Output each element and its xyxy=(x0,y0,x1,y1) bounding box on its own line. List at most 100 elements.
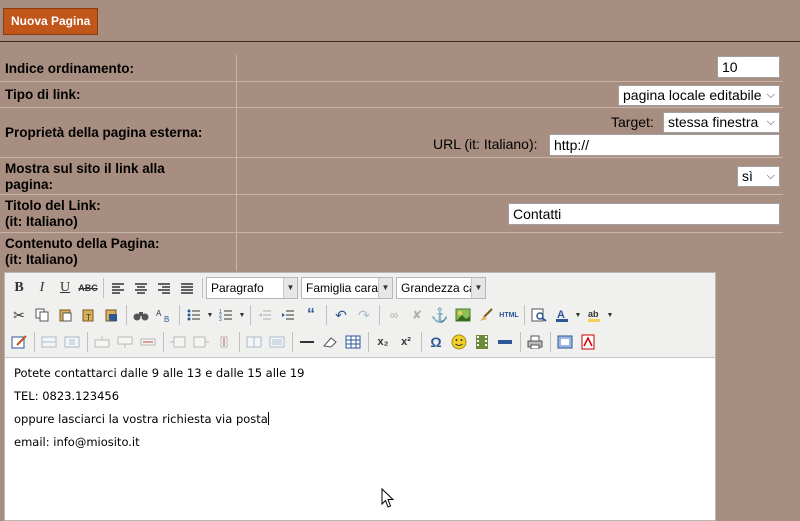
blockquote-button[interactable]: “ xyxy=(300,304,322,326)
copy-button[interactable] xyxy=(31,304,53,326)
table-row-props-button[interactable] xyxy=(38,331,60,353)
delete-row-icon xyxy=(140,338,156,346)
numbered-list-button[interactable]: 123 xyxy=(215,304,237,326)
font-size-select[interactable]: Grandezza car ▼ xyxy=(396,277,486,299)
numbered-list-icon: 123 xyxy=(219,309,232,321)
remove-format-button[interactable] xyxy=(319,331,341,353)
image-button[interactable] xyxy=(452,304,474,326)
cut-button[interactable]: ✂ xyxy=(8,304,30,326)
delete-row-button[interactable] xyxy=(137,331,159,353)
media-button[interactable] xyxy=(471,331,493,353)
merge-cells-icon xyxy=(269,336,285,348)
text-caret xyxy=(267,412,269,425)
editor-content[interactable]: Potete contattarci dalle 9 alle 13 e dal… xyxy=(14,366,305,458)
table-icon xyxy=(345,335,361,349)
preview-button[interactable] xyxy=(528,304,550,326)
chevron-down-icon: ▼ xyxy=(206,311,214,319)
anchor-button[interactable]: ⚓ xyxy=(429,304,451,326)
bullet-list-dropdown[interactable]: ▼ xyxy=(206,304,214,326)
unlink-button[interactable]: ✘ xyxy=(406,304,428,326)
external-page-label: Proprietà della pagina esterna: xyxy=(5,125,203,140)
cleanup-button[interactable] xyxy=(475,304,497,326)
film-icon xyxy=(476,335,488,349)
row-after-button[interactable] xyxy=(114,331,136,353)
print-button[interactable] xyxy=(524,331,546,353)
split-cells-button[interactable] xyxy=(243,331,265,353)
undo-button[interactable]: ↶ xyxy=(330,304,352,326)
horizontal-rule-button[interactable] xyxy=(296,331,318,353)
row-before-button[interactable] xyxy=(91,331,113,353)
align-center-button[interactable] xyxy=(130,277,152,299)
align-left-icon xyxy=(112,283,124,294)
font-color-dropdown[interactable]: ▼ xyxy=(574,304,582,326)
find-button[interactable] xyxy=(130,304,152,326)
merge-cells-button[interactable] xyxy=(266,331,288,353)
show-link-select[interactable]: sì ⌵ xyxy=(737,166,780,187)
chevron-down-icon: ⌵ xyxy=(766,116,775,128)
align-justify-button[interactable] xyxy=(176,277,198,299)
paste-text-button[interactable]: T xyxy=(77,304,99,326)
underline-button[interactable]: U xyxy=(54,277,76,299)
replace-button[interactable]: AB xyxy=(153,304,175,326)
broom-icon xyxy=(480,308,493,321)
special-char-button[interactable]: Ω xyxy=(425,331,447,353)
emoticon-button[interactable] xyxy=(448,331,470,353)
italic-button[interactable]: I xyxy=(31,277,53,299)
new-page-button[interactable]: Nuova Pagina xyxy=(3,8,99,35)
indent-button[interactable] xyxy=(277,304,299,326)
target-select[interactable]: stessa finestra ⌵ xyxy=(663,112,780,133)
highlight-color-button[interactable]: ab xyxy=(583,304,605,326)
bullet-list-button[interactable] xyxy=(183,304,205,326)
url-label: URL (it: Italiano): xyxy=(433,136,538,152)
paste-button[interactable] xyxy=(54,304,76,326)
align-left-button[interactable] xyxy=(107,277,129,299)
font-family-select[interactable]: Famiglia caratt ▼ xyxy=(301,277,393,299)
table-cell-icon xyxy=(64,336,80,348)
svg-text:B: B xyxy=(164,315,169,322)
link-title-row: Titolo del Link: (it: Italiano) Contatti xyxy=(0,195,783,233)
copy-icon xyxy=(35,308,49,322)
header-divider xyxy=(0,41,800,42)
subscript-button[interactable]: x₂ xyxy=(372,331,394,353)
svg-text:3: 3 xyxy=(219,317,222,321)
chevron-down-icon: ▼ xyxy=(378,278,392,298)
col-before-button[interactable] xyxy=(167,331,189,353)
font-color-button[interactable]: A xyxy=(551,304,573,326)
url-input[interactable]: http:// xyxy=(549,134,780,156)
toolbar-row-2: ✂ T AB ▼ 123 ▼ “ ↶ ↷ ∞ ✘ ⚓ HTML A ▼ ab ▼ xyxy=(8,303,615,327)
align-right-button[interactable] xyxy=(153,277,175,299)
fullscreen-button[interactable] xyxy=(554,331,576,353)
paste-icon xyxy=(59,309,72,322)
link-button[interactable]: ∞ xyxy=(383,304,405,326)
format-select[interactable]: Paragrafo ▼ xyxy=(206,277,298,299)
order-index-input[interactable]: 10 xyxy=(717,56,780,78)
image-icon xyxy=(455,308,471,322)
outdent-button[interactable] xyxy=(254,304,276,326)
insert-table-button[interactable] xyxy=(342,331,364,353)
align-center-icon xyxy=(135,283,147,294)
content-line: Potete contattarci dalle 9 alle 13 e dal… xyxy=(14,366,305,380)
highlight-color-dropdown[interactable]: ▼ xyxy=(606,304,614,326)
advanced-hr-button[interactable] xyxy=(494,331,516,353)
highlight-icon: ab xyxy=(588,309,600,322)
col-after-button[interactable] xyxy=(190,331,212,353)
insert-pdf-button[interactable] xyxy=(577,331,599,353)
target-label: Target: xyxy=(611,114,654,130)
redo-button[interactable]: ↷ xyxy=(353,304,375,326)
insert-row-button[interactable] xyxy=(8,331,30,353)
strikethrough-button[interactable]: ABC xyxy=(77,277,99,299)
printer-icon xyxy=(527,335,543,349)
delete-col-button[interactable] xyxy=(213,331,235,353)
table-cell-props-button[interactable] xyxy=(61,331,83,353)
numbered-list-dropdown[interactable]: ▼ xyxy=(238,304,246,326)
superscript-button[interactable]: x² xyxy=(395,331,417,353)
mouse-pointer-icon xyxy=(381,488,395,508)
order-index-label: Indice ordinamento: xyxy=(5,61,135,76)
advanced-hr-icon xyxy=(498,340,512,344)
bold-button[interactable]: B xyxy=(8,277,30,299)
paste-word-button[interactable] xyxy=(100,304,122,326)
link-type-select[interactable]: pagina locale editabile ⌵ xyxy=(618,85,780,106)
pdf-icon xyxy=(581,334,595,350)
html-button[interactable]: HTML xyxy=(498,304,520,326)
link-title-input[interactable]: Contatti xyxy=(508,203,780,225)
